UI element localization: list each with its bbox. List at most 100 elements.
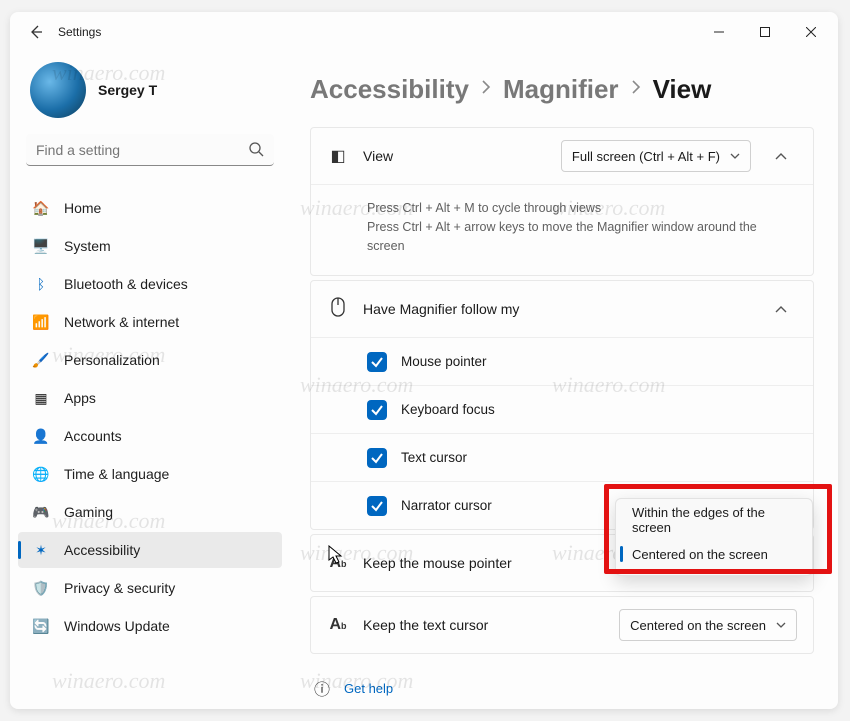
check-icon: [370, 499, 384, 513]
help-icon: ⓘ: [314, 676, 330, 700]
bluetooth-icon: ᛒ: [32, 275, 50, 293]
text-cursor-checkbox[interactable]: [367, 448, 387, 468]
titlebar: Settings: [10, 12, 838, 52]
text-cursor-icon: Ab: [327, 554, 349, 572]
sidebar-item-system[interactable]: 🖥️ System: [18, 228, 282, 264]
minimize-button[interactable]: [696, 12, 742, 52]
sidebar-item-label: System: [64, 238, 111, 254]
chevron-down-icon: [776, 622, 786, 628]
checkbox-label: Keyboard focus: [401, 402, 495, 417]
network-icon: 📶: [32, 313, 50, 331]
accounts-icon: 👤: [32, 427, 50, 445]
user-profile[interactable]: Sergey T: [18, 52, 282, 134]
checkbox-label: Mouse pointer: [401, 354, 487, 369]
user-name: Sergey T: [98, 82, 157, 98]
mouse-pointer-row: Mouse pointer: [311, 337, 813, 385]
sidebar-item-label: Gaming: [64, 504, 113, 520]
collapse-button[interactable]: [765, 293, 797, 325]
sidebar-item-label: Network & internet: [64, 314, 179, 330]
view-icon: ◧: [327, 146, 349, 166]
sidebar-item-label: Privacy & security: [64, 580, 175, 596]
sidebar-item-label: Apps: [64, 390, 96, 406]
follow-label: Have Magnifier follow my: [363, 301, 751, 317]
mouse-pointer-checkbox[interactable]: [367, 352, 387, 372]
chevron-right-icon: [631, 79, 641, 100]
follow-card: Have Magnifier follow my Mouse pointer K…: [310, 280, 814, 530]
search-icon: [248, 141, 264, 162]
checkbox-label: Narrator cursor: [401, 498, 492, 513]
gaming-icon: 🎮: [32, 503, 50, 521]
accessibility-icon: ✶: [32, 541, 50, 559]
system-icon: 🖥️: [32, 237, 50, 255]
sidebar-item-gaming[interactable]: 🎮 Gaming: [18, 494, 282, 530]
sidebar-item-windows-update[interactable]: 🔄 Windows Update: [18, 608, 282, 644]
maximize-icon: [760, 27, 770, 37]
text-cursor-card: Ab Keep the text cursor Centered on the …: [310, 596, 814, 654]
get-help-row: ⓘ Get help: [310, 658, 814, 700]
mouse-pointer-dropdown-popup: Within the edges of the screen Centered …: [615, 498, 813, 576]
breadcrumb-view: View: [653, 74, 712, 105]
chevron-up-icon: [775, 152, 787, 160]
option-within-edges[interactable]: Within the edges of the screen: [616, 503, 812, 537]
update-icon: 🔄: [32, 617, 50, 635]
dropdown-value: Centered on the screen: [630, 618, 766, 633]
minimize-icon: [714, 27, 724, 37]
sidebar-item-personalization[interactable]: 🖌️ Personalization: [18, 342, 282, 378]
sidebar-item-accounts[interactable]: 👤 Accounts: [18, 418, 282, 454]
view-card: ◧ View Full screen (Ctrl + Alt + F) Pres…: [310, 127, 814, 276]
text-cursor-dropdown[interactable]: Centered on the screen: [619, 609, 797, 641]
text-cursor-icon: Ab: [327, 616, 349, 634]
option-centered[interactable]: Centered on the screen: [616, 537, 812, 571]
breadcrumb-accessibility[interactable]: Accessibility: [310, 74, 469, 105]
keyboard-focus-row: Keyboard focus: [311, 385, 813, 433]
check-icon: [370, 355, 384, 369]
checkbox-label: Text cursor: [401, 450, 467, 465]
close-button[interactable]: [788, 12, 834, 52]
sidebar-item-label: Accessibility: [64, 542, 140, 558]
back-arrow-icon: [28, 24, 44, 40]
nav: 🏠 Home 🖥️ System ᛒ Bluetooth & devices 📶 Net…: [18, 190, 282, 644]
chevron-up-icon: [775, 305, 787, 313]
sidebar-item-label: Home: [64, 200, 101, 216]
get-help-link[interactable]: Get help: [344, 681, 393, 696]
back-button[interactable]: [14, 12, 58, 52]
sidebar-item-label: Windows Update: [64, 618, 170, 634]
personalization-icon: 🖌️: [32, 351, 50, 369]
sidebar-item-apps[interactable]: ▦Apps: [18, 380, 282, 416]
sidebar-item-accessibility[interactable]: ✶ Accessibility: [18, 532, 282, 568]
keyboard-focus-checkbox[interactable]: [367, 400, 387, 420]
check-icon: [370, 451, 384, 465]
close-icon: [806, 27, 816, 37]
sidebar-item-label: Personalization: [64, 352, 160, 368]
search-input[interactable]: [26, 134, 274, 166]
view-description: Press Ctrl + Alt + M to cycle through vi…: [311, 184, 813, 275]
sidebar-item-label: Bluetooth & devices: [64, 276, 188, 292]
privacy-icon: 🛡️: [32, 579, 50, 597]
narrator-cursor-checkbox[interactable]: [367, 496, 387, 516]
dropdown-value: Full screen (Ctrl + Alt + F): [572, 149, 720, 164]
breadcrumb: Accessibility Magnifier View: [310, 74, 814, 105]
collapse-button[interactable]: [765, 140, 797, 172]
view-label: View: [363, 148, 547, 164]
sidebar-item-bluetooth[interactable]: ᛒ Bluetooth & devices: [18, 266, 282, 302]
chevron-right-icon: [481, 79, 491, 100]
mouse-icon: [327, 297, 349, 322]
sidebar-item-network[interactable]: 📶 Network & internet: [18, 304, 282, 340]
main-content: Accessibility Magnifier View ◧ View Full…: [290, 52, 838, 709]
check-icon: [370, 403, 384, 417]
maximize-button[interactable]: [742, 12, 788, 52]
breadcrumb-magnifier[interactable]: Magnifier: [503, 74, 619, 105]
sidebar-item-privacy[interactable]: 🛡️ Privacy & security: [18, 570, 282, 606]
search-box: [26, 134, 274, 166]
avatar: [30, 62, 86, 118]
sidebar-item-label: Accounts: [64, 428, 122, 444]
window-title: Settings: [58, 25, 101, 39]
sidebar-item-home[interactable]: 🏠 Home: [18, 190, 282, 226]
home-icon: 🏠: [32, 199, 50, 217]
view-dropdown[interactable]: Full screen (Ctrl + Alt + F): [561, 140, 751, 172]
time-language-icon: 🌐: [32, 465, 50, 483]
sidebar-item-time-language[interactable]: 🌐 Time & language: [18, 456, 282, 492]
text-cursor-label: Keep the text cursor: [363, 617, 605, 633]
sidebar-item-label: Time & language: [64, 466, 169, 482]
chevron-down-icon: [730, 153, 740, 159]
